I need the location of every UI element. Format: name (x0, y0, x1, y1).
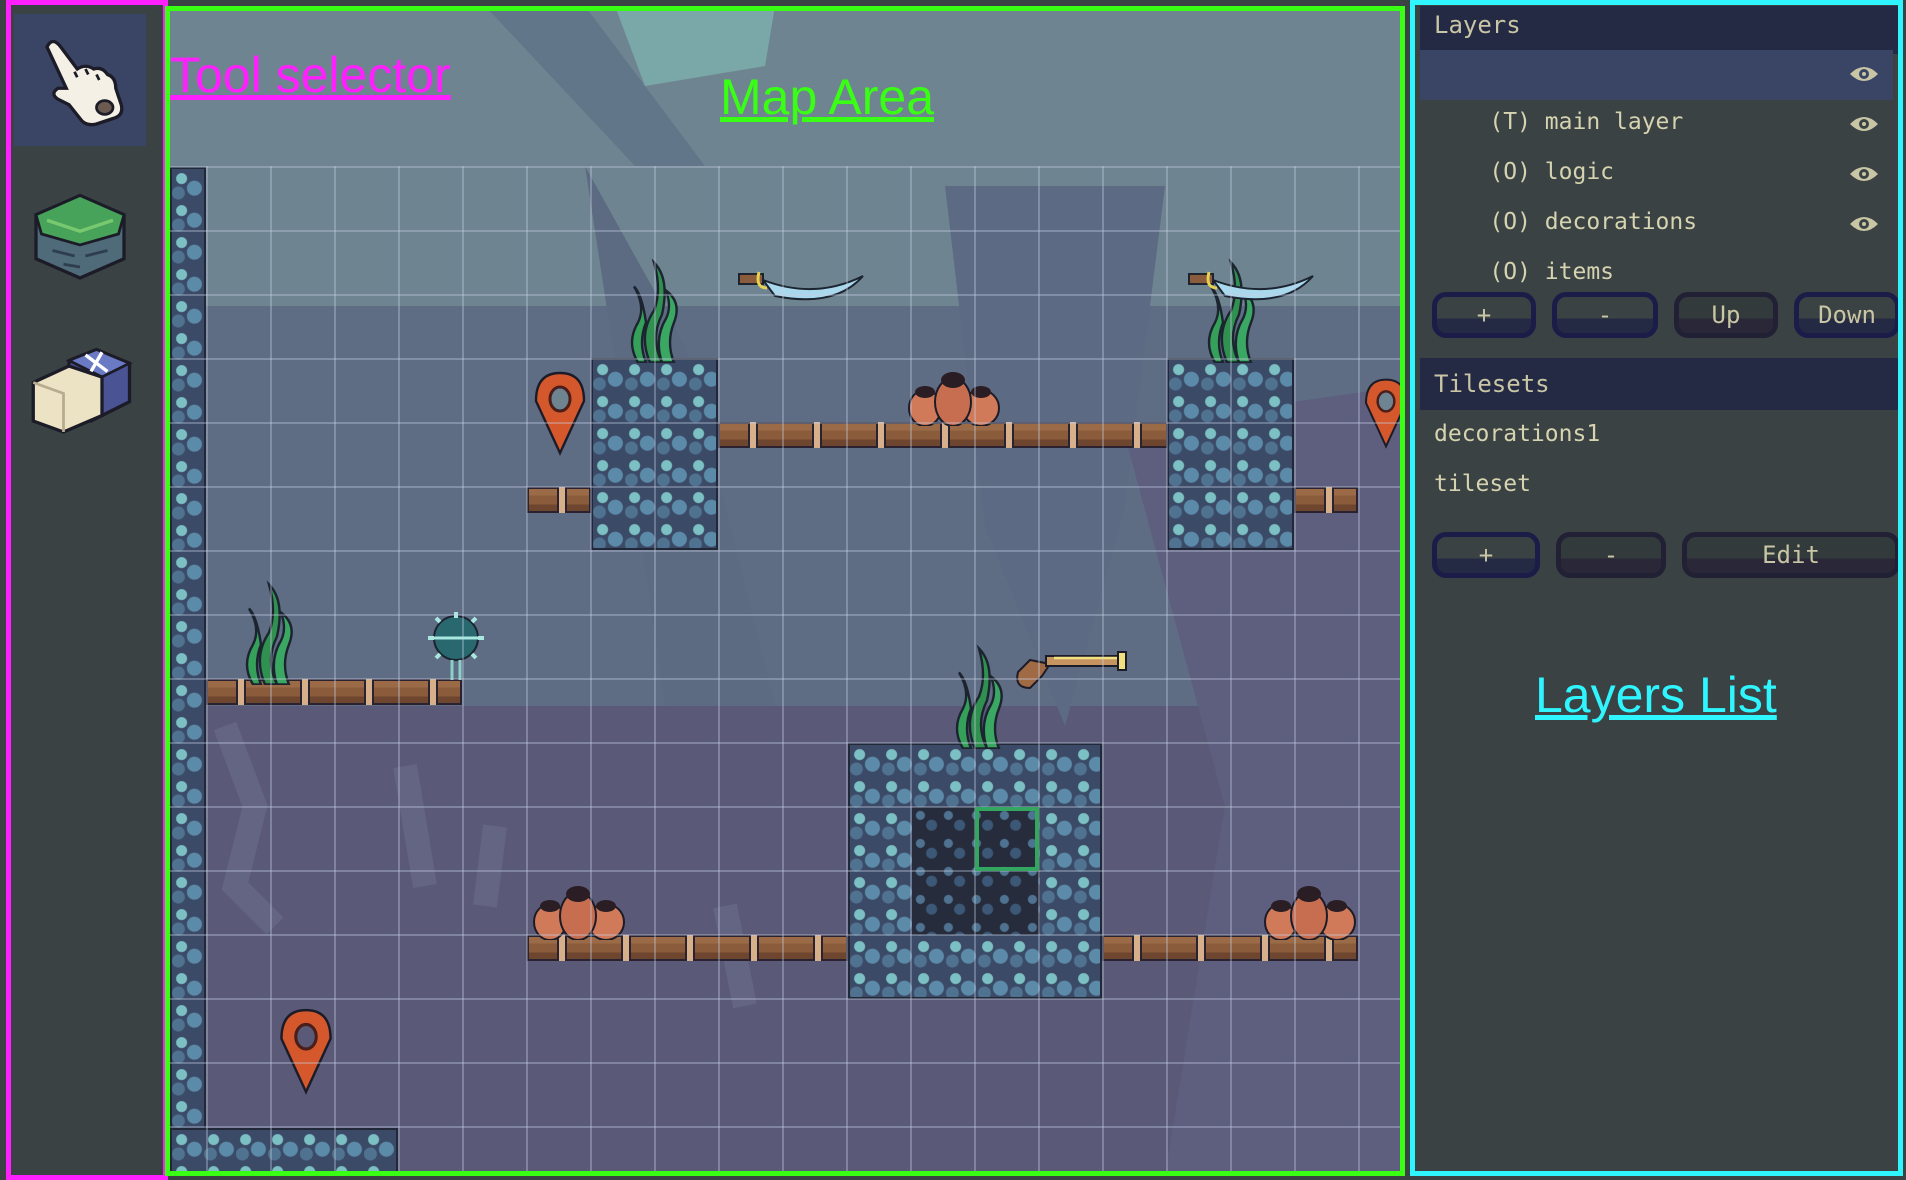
grid-line-vertical (526, 166, 528, 1176)
grid-line-horizontal (165, 742, 1405, 744)
tilesets-header: Tilesets (1420, 358, 1898, 410)
map-canvas[interactable] (165, 6, 1405, 1176)
plank-band (428, 679, 438, 705)
grid-line-vertical (462, 166, 464, 1176)
spike-ball (428, 612, 484, 680)
move-layer-down-button[interactable]: Down (1794, 292, 1900, 338)
seaweed (245, 580, 293, 685)
wooden-plank (1294, 487, 1358, 513)
pots (533, 886, 625, 940)
grass-block-icon (34, 193, 126, 280)
remove-tileset-button[interactable]: - (1556, 532, 1666, 578)
seaweed (630, 258, 678, 363)
grid-line-horizontal (165, 998, 1405, 1000)
plank-band (1324, 487, 1334, 513)
eraser-tool-button[interactable] (14, 322, 146, 454)
plank-band (557, 487, 567, 513)
layers-panel: Layers (T) main layer (O) logic (O) deco… (1408, 0, 1906, 1180)
grid-line-horizontal (165, 870, 1405, 872)
grid-line-vertical (1102, 166, 1104, 1176)
map-area-annotation: Map Area (720, 69, 935, 125)
plank-band (1196, 935, 1206, 961)
eraser-icon (31, 347, 133, 434)
grid-line-horizontal (165, 486, 1405, 488)
move-layer-up-button[interactable]: Up (1674, 292, 1778, 338)
grid-line-horizontal (165, 230, 1405, 232)
tile-selection-cursor (975, 807, 1039, 871)
grid-line-vertical (334, 166, 336, 1176)
plank-band (1004, 422, 1014, 448)
add-layer-button[interactable]: + (1432, 292, 1536, 338)
eye-icon[interactable] (1849, 113, 1879, 135)
grid-line-horizontal (165, 1062, 1405, 1064)
plank-band (685, 935, 695, 961)
grid-line-horizontal (165, 294, 1405, 296)
edit-tileset-button[interactable]: Edit (1682, 532, 1900, 578)
grid-line-vertical (1294, 166, 1296, 1176)
plank-band (1132, 422, 1142, 448)
pots (908, 372, 1000, 426)
grid-line-vertical (1166, 166, 1168, 1176)
grid-line-horizontal (165, 614, 1405, 616)
layers-header: Layers (1420, 6, 1898, 54)
grid-line-horizontal (165, 166, 1405, 168)
plank-band (812, 422, 822, 448)
layer-label: (O) items (1489, 259, 1615, 285)
plank-band (364, 679, 374, 705)
grid-line-horizontal (165, 806, 1405, 808)
plank-band (876, 422, 886, 448)
grid-line-vertical (782, 166, 784, 1176)
grid-line-vertical (1358, 166, 1360, 1176)
grid-line-horizontal (165, 358, 1405, 360)
layer-row-main-layer[interactable]: (T) main layer (1420, 50, 1893, 135)
grid-line-vertical (974, 166, 976, 1176)
pointing-hand-icon (45, 39, 124, 127)
location-pin (280, 1008, 332, 1095)
tool-selector-panel (0, 0, 168, 1180)
grid-line-vertical (270, 166, 272, 1176)
map-background (165, 6, 1405, 1176)
layers-list-annotation: Layers List (1535, 667, 1777, 723)
grid-line-vertical (206, 166, 208, 1176)
tool-selector-annotation: Tool selector (170, 47, 451, 103)
grid-line-vertical (654, 166, 656, 1176)
eye-icon[interactable] (1849, 163, 1879, 185)
grid-line-vertical (846, 166, 848, 1176)
flintlock-pistol (1016, 651, 1127, 690)
add-tileset-button[interactable]: + (1432, 532, 1540, 578)
grid-line-horizontal (165, 422, 1405, 424)
eye-icon[interactable] (1849, 213, 1879, 235)
eye-icon[interactable] (1849, 63, 1879, 85)
layer-row-logic[interactable]: (O) logic (1420, 100, 1893, 185)
location-pin (1364, 378, 1405, 449)
grid-line-horizontal (165, 678, 1405, 680)
tile-brush-tool-button[interactable] (14, 168, 146, 300)
remove-layer-button[interactable]: - (1552, 292, 1658, 338)
pointer-tool-button[interactable] (14, 14, 146, 146)
floor-tiles (170, 1128, 398, 1176)
grid-line-vertical (590, 166, 592, 1176)
tileset-item-decorations1[interactable]: decorations1 (1420, 410, 1893, 458)
grid-line-vertical (910, 166, 912, 1176)
grid-line-horizontal (165, 1126, 1405, 1128)
tileset-item-tileset[interactable]: tileset (1420, 460, 1893, 508)
location-pin (534, 371, 586, 456)
grid-line-vertical (1038, 166, 1040, 1176)
plank-band (749, 935, 759, 961)
grid-line-vertical (398, 166, 400, 1176)
plank-band (748, 422, 758, 448)
plank-band (1132, 935, 1142, 961)
grid-line-vertical (1230, 166, 1232, 1176)
pots (1264, 886, 1356, 940)
grid-line-horizontal (165, 550, 1405, 552)
plank-band (813, 935, 823, 961)
layer-row-decorations[interactable]: (O) decorations (1420, 150, 1893, 235)
wall-tile-column (170, 167, 206, 1137)
plank-band (1068, 422, 1078, 448)
grid-line-vertical (718, 166, 720, 1176)
wooden-plank (527, 487, 591, 513)
layer-row-items[interactable]: (O) items (1420, 200, 1893, 285)
grid-line-horizontal (165, 934, 1405, 936)
